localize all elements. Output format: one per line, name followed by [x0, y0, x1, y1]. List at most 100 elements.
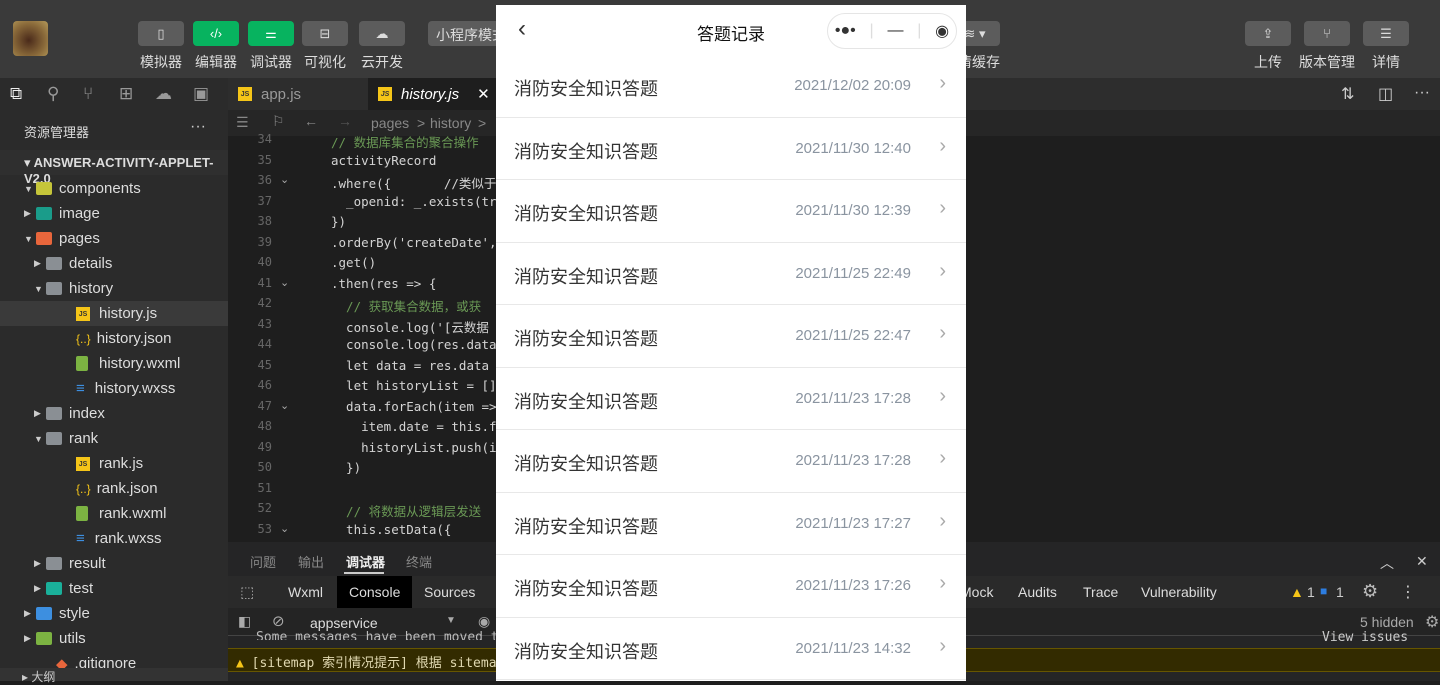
back-icon[interactable]: ← — [304, 113, 318, 129]
tree-item[interactable]: ▶ utils — [0, 626, 228, 651]
forward-icon[interactable]: → — [338, 113, 352, 129]
tree-item-label: style — [59, 605, 90, 622]
outline-section[interactable]: ▸ 大纲 — [0, 668, 228, 684]
record-item[interactable]: 消防安全知识答题 2021/12/02 20:09 › — [496, 55, 966, 118]
tree-item[interactable]: JS history.js — [0, 301, 228, 326]
view-issues-link[interactable]: View issues — [1322, 630, 1408, 642]
close-target-icon[interactable]: ◉ — [935, 21, 949, 41]
docker-icon[interactable]: ☁ — [155, 84, 172, 104]
tree-item[interactable]: ▶ test — [0, 576, 228, 601]
version-button[interactable]: ⑂ — [1304, 21, 1350, 46]
hidden-count[interactable]: 5 hidden — [1360, 614, 1414, 630]
tree-item[interactable]: ≡ rank.wxss — [0, 526, 228, 551]
avatar[interactable] — [13, 21, 48, 56]
tree-item-label: utils — [59, 630, 86, 647]
tree-item[interactable]: ▶ style — [0, 601, 228, 626]
tree-item[interactable]: {..} rank.json — [0, 476, 228, 501]
record-item[interactable]: 消防安全知识答题 2021/11/25 22:49 › — [496, 243, 966, 305]
tree-item[interactable]: history.wxml — [0, 351, 228, 376]
tree-item[interactable]: ▶ index — [0, 401, 228, 426]
more-icon[interactable]: ··· — [1414, 84, 1430, 102]
tree-item[interactable]: ▶ result — [0, 551, 228, 576]
tab-app-js[interactable]: JS app.js — [228, 78, 368, 110]
fold-icon[interactable]: ⌄ — [280, 522, 289, 535]
layout-button[interactable]: ⊟ — [302, 21, 348, 46]
bookmark-icon[interactable]: ⚐ — [272, 113, 285, 130]
warning-count[interactable]: 1 — [1307, 584, 1315, 600]
code-line: // 数据库集合的聚合操作 — [331, 135, 479, 150]
settings-icon[interactable]: ⚙ — [1362, 581, 1378, 602]
source-control-icon[interactable]: ⑂ — [83, 84, 93, 104]
eye-icon[interactable]: ◉ — [478, 613, 490, 630]
panel-tab[interactable]: 输出 — [298, 552, 324, 571]
tab-history-js[interactable]: JS history.js ✕ — [368, 78, 496, 110]
tree-item[interactable]: ▶ details — [0, 251, 228, 276]
tree-item[interactable]: ▶ image — [0, 201, 228, 226]
panel-tab[interactable]: 调试器 — [346, 552, 385, 571]
more-vertical-icon[interactable]: ⋮ — [1400, 582, 1416, 602]
record-item[interactable]: 消防安全知识答题 2021/11/23 17:27 › — [496, 493, 966, 555]
tree-item[interactable]: ≡ history.wxss — [0, 376, 228, 401]
record-item[interactable]: 消防安全知识答题 2021/11/23 17:28 › — [496, 368, 966, 430]
tree-item[interactable]: ▼ pages — [0, 226, 228, 251]
more-icon[interactable]: ··· — [190, 118, 206, 136]
record-item[interactable]: 消防安全知识答题 2021/11/23 14:32 › — [496, 618, 966, 680]
tree-item[interactable]: ▼ rank — [0, 426, 228, 451]
upload-button[interactable]: ⇪ — [1245, 21, 1291, 46]
project-header[interactable]: ▾ ANSWER-ACTIVITY-APPLET-V2.0 — [0, 150, 228, 186]
layout-icon: ⊟ — [319, 25, 331, 41]
devtools-tab[interactable]: Trace — [1071, 576, 1130, 608]
inspect-icon[interactable]: ⬚ — [240, 583, 254, 601]
clear-console-icon[interactable]: ⊘ — [272, 612, 285, 630]
devtools-tab[interactable]: Wxml — [276, 576, 335, 608]
sliders-button[interactable]: ⚌ — [248, 21, 294, 46]
devtools-tab[interactable]: Vulnerability — [1129, 576, 1229, 608]
context-select[interactable]: appservice — [310, 615, 378, 631]
minimize-icon[interactable]: — — [887, 22, 903, 40]
phone-button[interactable]: ▯ — [138, 21, 184, 46]
code-line: item.date = this.f — [331, 419, 497, 434]
split-editor-icon[interactable]: ◫ — [1378, 84, 1393, 104]
maximize-panel-icon[interactable]: ︿ — [1380, 553, 1394, 573]
save-icon[interactable]: ▣ — [193, 84, 209, 104]
close-icon[interactable]: ✕ — [477, 85, 490, 103]
tree-item[interactable]: ▼ history — [0, 276, 228, 301]
compare-icon[interactable]: ⇅ — [1341, 84, 1354, 104]
close-panel-icon[interactable]: ✕ — [1416, 553, 1428, 570]
panel-tab[interactable]: 终端 — [406, 552, 432, 571]
info-count[interactable]: 1 — [1336, 584, 1344, 600]
code-button[interactable]: ‹/› — [193, 21, 239, 46]
tree-item[interactable]: rank.wxml — [0, 501, 228, 526]
breadcrumb-item[interactable]: history — [430, 115, 471, 131]
fold-icon[interactable]: ⌄ — [280, 276, 289, 289]
details-button[interactable]: ☰ — [1363, 21, 1409, 46]
outline-icon[interactable]: ☰ — [236, 114, 249, 131]
code-line: // 获取集合数据，或获 — [331, 299, 482, 314]
sidebar-toggle-icon[interactable]: ◧ — [238, 613, 251, 630]
warning-text: [sitemap 索引情况提示] 根据 sitemap — [251, 656, 505, 671]
record-item[interactable]: 消防安全知识答题 2021/11/30 12:39 › — [496, 180, 966, 243]
more-dots-icon[interactable]: •●• — [835, 22, 856, 40]
fold-icon[interactable]: ⌄ — [280, 173, 289, 186]
record-item[interactable]: 消防安全知识答题 2021/11/25 22:47 › — [496, 305, 966, 368]
breadcrumb-item[interactable]: pages — [371, 115, 409, 131]
devtools-tab[interactable]: Audits — [1006, 576, 1069, 608]
record-item[interactable]: 消防安全知识答题 2021/11/30 12:40 › — [496, 118, 966, 180]
tree-item-label: rank.json — [96, 480, 158, 497]
console-settings-icon[interactable]: ⚙ — [1425, 612, 1439, 632]
explorer-title: 资源管理器 — [24, 125, 90, 140]
extensions-icon[interactable]: ⊞ — [119, 84, 133, 104]
cloud-button[interactable]: ☁ — [359, 21, 405, 46]
search-icon[interactable]: ⚲ — [47, 84, 59, 104]
tree-item[interactable]: ▼ components — [0, 176, 228, 201]
devtools-tab[interactable]: Console — [337, 576, 413, 608]
fold-icon[interactable]: ⌄ — [280, 399, 289, 412]
files-icon[interactable]: ⧉ — [10, 84, 22, 104]
record-item[interactable]: 消防安全知识答题 2021/11/23 17:26 › — [496, 555, 966, 618]
tree-item[interactable]: JS rank.js — [0, 451, 228, 476]
devtools-tab[interactable]: Sources — [412, 576, 487, 608]
record-item[interactable]: 消防安全知识答题 2021/11/23 17:28 › — [496, 430, 966, 493]
panel-tab[interactable]: 问题 — [250, 552, 276, 571]
tree-item[interactable]: {..} history.json — [0, 326, 228, 351]
dropdown-icon[interactable]: ▼ — [446, 615, 456, 626]
